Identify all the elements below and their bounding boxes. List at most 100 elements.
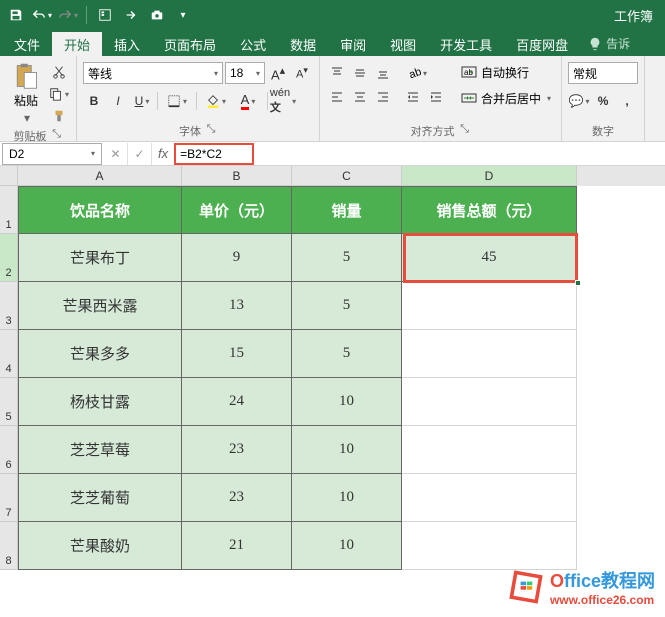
tab-baidu[interactable]: 百度网盘	[504, 32, 580, 56]
cell-total[interactable]	[402, 330, 577, 378]
fill-color-button[interactable]: ▾	[201, 90, 231, 112]
font-launcher[interactable]: ⤡	[205, 123, 217, 135]
cell-total[interactable]	[402, 426, 577, 474]
header-price[interactable]: 单价（元）	[182, 186, 292, 234]
col-header-B[interactable]: B	[182, 166, 292, 186]
align-launcher[interactable]: ⤡	[459, 123, 471, 135]
number-format-combo[interactable]: 常规	[568, 62, 638, 84]
align-bottom-button[interactable]	[372, 62, 394, 84]
qat-customize-icon[interactable]: ▾	[171, 3, 195, 27]
align-right-button[interactable]	[372, 86, 394, 108]
italic-button[interactable]: I	[107, 90, 129, 112]
cell-name[interactable]: 芝芝葡萄	[18, 474, 182, 522]
fill-handle[interactable]	[575, 280, 581, 286]
row-header[interactable]: 6	[0, 426, 18, 474]
cell-name[interactable]: 芝芝草莓	[18, 426, 182, 474]
cell-name[interactable]: 芒果酸奶	[18, 522, 182, 570]
cell-qty[interactable]: 5	[292, 282, 402, 330]
tab-review[interactable]: 审阅	[328, 32, 378, 56]
font-color-button[interactable]: A▾	[233, 90, 263, 112]
cell-price[interactable]: 9	[182, 234, 292, 282]
header-total[interactable]: 销售总额（元）	[402, 186, 577, 234]
cell-total[interactable]: 45	[402, 234, 577, 282]
cut-button[interactable]	[48, 62, 70, 82]
tab-view[interactable]: 视图	[378, 32, 428, 56]
cell-qty[interactable]: 10	[292, 426, 402, 474]
cell-total[interactable]	[402, 474, 577, 522]
border-button[interactable]: ▾	[162, 90, 192, 112]
col-header-C[interactable]: C	[292, 166, 402, 186]
save-icon[interactable]	[4, 3, 28, 27]
cell-price[interactable]: 24	[182, 378, 292, 426]
shrink-font-button[interactable]: A▾	[291, 62, 313, 84]
font-size-combo[interactable]: 18▾	[225, 62, 265, 84]
orientation-button[interactable]: ab▾	[402, 62, 432, 84]
row-header[interactable]: 7	[0, 474, 18, 522]
enter-formula-button[interactable]: ✓	[128, 143, 152, 165]
paste-button[interactable]: 粘贴 ▾	[6, 58, 46, 126]
row-header[interactable]: 2	[0, 234, 18, 282]
cell-qty[interactable]: 5	[292, 234, 402, 282]
row-header[interactable]: 4	[0, 330, 18, 378]
cell-qty[interactable]: 5	[292, 330, 402, 378]
row-header[interactable]: 8	[0, 522, 18, 570]
cell-qty[interactable]: 10	[292, 378, 402, 426]
cancel-formula-button[interactable]: ✕	[104, 143, 128, 165]
clipboard-launcher[interactable]: ⤡	[51, 128, 63, 140]
cell-price[interactable]: 13	[182, 282, 292, 330]
camera-icon[interactable]	[145, 3, 169, 27]
fx-icon[interactable]: fx	[152, 146, 174, 161]
align-middle-button[interactable]	[349, 62, 371, 84]
indent-decrease-button[interactable]	[402, 86, 424, 108]
cell-total[interactable]	[402, 282, 577, 330]
tab-layout[interactable]: 页面布局	[152, 32, 228, 56]
cell-price[interactable]: 21	[182, 522, 292, 570]
wrap-text-button[interactable]: ab 自动换行	[457, 60, 555, 84]
bold-button[interactable]: B	[83, 90, 105, 112]
header-name[interactable]: 饮品名称	[18, 186, 182, 234]
select-all-button[interactable]	[0, 166, 18, 186]
header-qty[interactable]: 销量	[292, 186, 402, 234]
font-name-combo[interactable]: 等线▾	[83, 62, 223, 84]
tab-file[interactable]: 文件	[2, 32, 52, 56]
tab-developer[interactable]: 开发工具	[428, 32, 504, 56]
cell-qty[interactable]: 10	[292, 522, 402, 570]
undo-icon[interactable]: ▾	[30, 3, 54, 27]
indent-increase-button[interactable]	[425, 86, 447, 108]
row-header[interactable]: 5	[0, 378, 18, 426]
grow-font-button[interactable]: A▴	[267, 62, 289, 84]
tab-insert[interactable]: 插入	[102, 32, 152, 56]
merge-center-button[interactable]: 合并后居中▾	[457, 86, 555, 110]
tab-home[interactable]: 开始	[52, 32, 102, 56]
cell-price[interactable]: 23	[182, 426, 292, 474]
row-header[interactable]: 3	[0, 282, 18, 330]
cell-total[interactable]	[402, 522, 577, 570]
cell-qty[interactable]: 10	[292, 474, 402, 522]
percent-button[interactable]: %	[592, 90, 614, 112]
redo-icon[interactable]: ▾	[56, 3, 80, 27]
comma-button[interactable]: ,	[616, 90, 638, 112]
cell-price[interactable]: 15	[182, 330, 292, 378]
name-box[interactable]: D2▾	[2, 143, 102, 165]
cell-total[interactable]	[402, 378, 577, 426]
tell-me[interactable]: 告诉	[580, 31, 638, 56]
tab-formulas[interactable]: 公式	[228, 32, 278, 56]
copy-button[interactable]: ▾	[48, 84, 70, 104]
underline-button[interactable]: U▾	[131, 90, 153, 112]
accounting-button[interactable]: 💬▾	[568, 90, 590, 112]
formula-input[interactable]: =B2*C2	[174, 143, 254, 165]
align-left-button[interactable]	[326, 86, 348, 108]
cell-name[interactable]: 芒果西米露	[18, 282, 182, 330]
cell-price[interactable]: 23	[182, 474, 292, 522]
align-top-button[interactable]	[326, 62, 348, 84]
row-header-1[interactable]: 1	[0, 186, 18, 234]
format-painter-button[interactable]	[48, 106, 70, 126]
cell-name[interactable]: 芒果多多	[18, 330, 182, 378]
cell-name[interactable]: 芒果布丁	[18, 234, 182, 282]
phonetic-button[interactable]: wén文▾	[272, 90, 294, 112]
form-icon[interactable]	[93, 3, 117, 27]
col-header-A[interactable]: A	[18, 166, 182, 186]
col-header-D[interactable]: D	[402, 166, 577, 186]
tab-data[interactable]: 数据	[278, 32, 328, 56]
cell-name[interactable]: 杨枝甘露	[18, 378, 182, 426]
